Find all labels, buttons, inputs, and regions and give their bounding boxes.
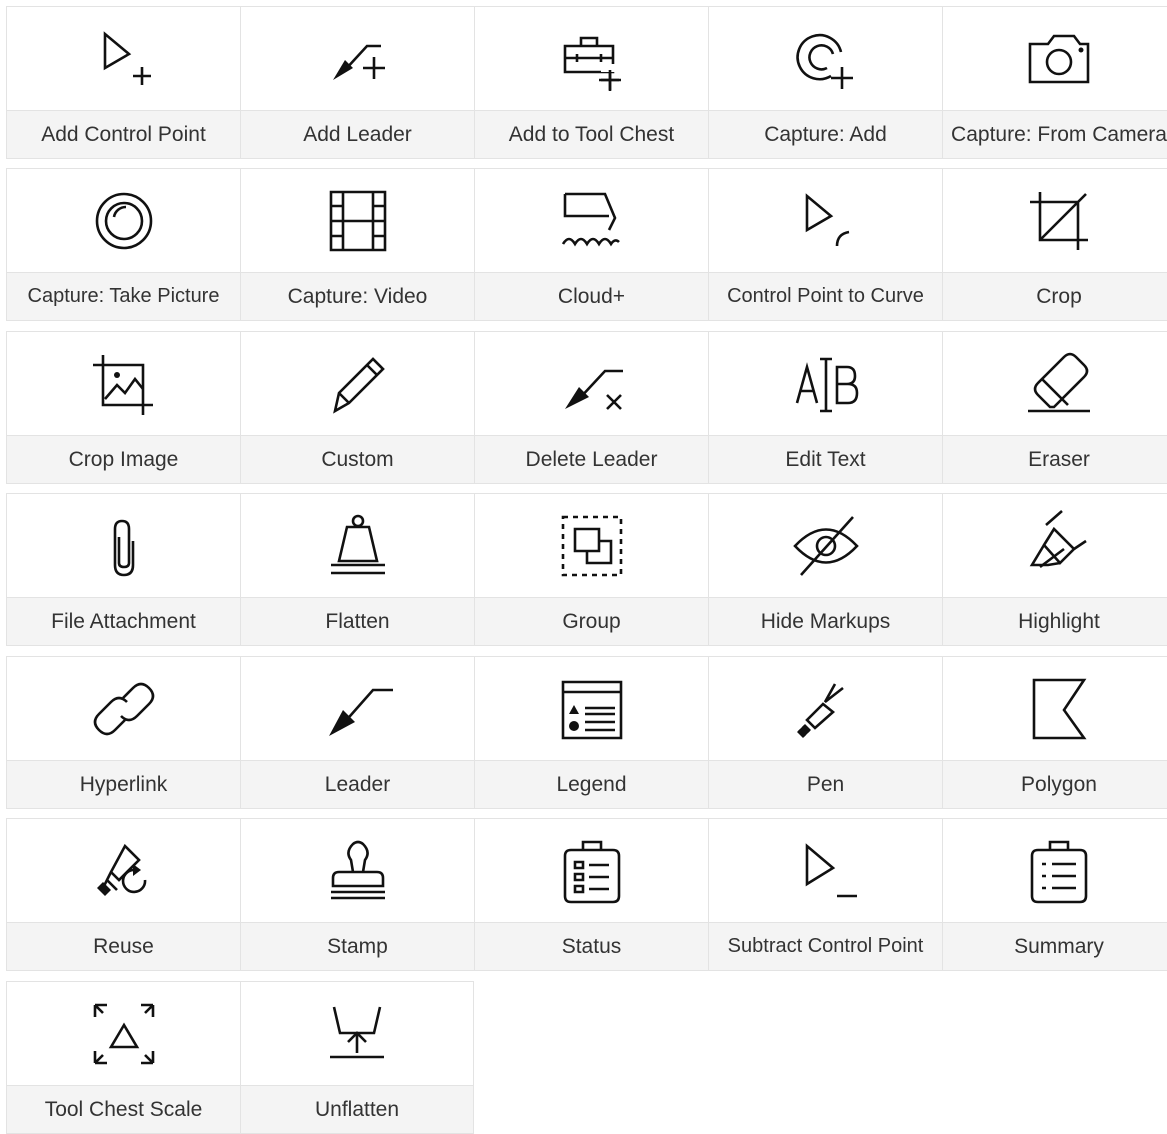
video-film-icon — [241, 169, 474, 273]
tool-tile[interactable]: Capture: Add — [708, 6, 942, 159]
tool-label: Leader — [241, 760, 474, 808]
tool-label: Polygon — [943, 760, 1167, 808]
tool-label: Cloud+ — [475, 272, 708, 320]
subtract-control-point-icon — [709, 819, 942, 923]
link-icon — [7, 657, 240, 761]
tool-tile[interactable]: Leader — [240, 656, 474, 809]
tool-label: Unflatten — [241, 1085, 473, 1133]
tool-label: Add Control Point — [7, 110, 240, 158]
tool-label: Summary — [943, 922, 1167, 970]
tool-tile[interactable]: Subtract Control Point — [708, 818, 942, 971]
control-point-to-curve-icon — [709, 169, 942, 273]
cloud-plus-icon — [475, 169, 708, 273]
delete-leader-icon — [475, 332, 708, 436]
tool-tile[interactable]: Add Leader — [240, 6, 474, 159]
tool-label: Pen — [709, 760, 942, 808]
tool-tile[interactable]: Control Point to Curve — [708, 168, 942, 321]
add-to-tool-chest-icon — [475, 7, 708, 111]
eye-slash-icon — [709, 494, 942, 598]
tool-tile[interactable]: Crop Image — [6, 331, 240, 484]
take-picture-icon — [7, 169, 240, 273]
polygon-icon — [943, 657, 1167, 761]
tool-label: Control Point to Curve — [709, 272, 942, 320]
tool-tile[interactable]: Stamp — [240, 818, 474, 971]
tool-chest-scale-icon — [7, 982, 240, 1086]
tool-label: Tool Chest Scale — [7, 1085, 240, 1133]
tool-label: Group — [475, 597, 708, 645]
highlighter-icon — [943, 494, 1167, 598]
camera-icon — [943, 7, 1167, 111]
tool-label: Capture: From Camera — [943, 110, 1167, 158]
tool-label: Add Leader — [241, 110, 474, 158]
tool-tile[interactable]: Tool Chest Scale — [6, 981, 240, 1134]
tool-tile[interactable]: Group — [474, 493, 708, 646]
tool-tile[interactable]: Edit Text — [708, 331, 942, 484]
tool-tile[interactable]: File Attachment — [6, 493, 240, 646]
tool-label: File Attachment — [7, 597, 240, 645]
tool-label: Eraser — [943, 435, 1167, 483]
tool-tile[interactable]: Hide Markups — [708, 493, 942, 646]
tool-tile[interactable]: Legend — [474, 656, 708, 809]
tool-label: Legend — [475, 760, 708, 808]
stamp-icon — [241, 819, 474, 923]
tool-tile[interactable]: Summary — [942, 818, 1167, 971]
tool-tile[interactable]: Custom — [240, 331, 474, 484]
unflatten-icon — [241, 982, 473, 1086]
tool-tile[interactable]: Pen — [708, 656, 942, 809]
tool-label: Stamp — [241, 922, 474, 970]
tool-label: Crop Image — [7, 435, 240, 483]
crop-image-icon — [7, 332, 240, 436]
summary-clipboard-icon — [943, 819, 1167, 923]
tool-tile[interactable]: Capture: Take Picture — [6, 168, 240, 321]
tool-label: Status — [475, 922, 708, 970]
tool-tile[interactable]: Cloud+ — [474, 168, 708, 321]
pen-icon — [709, 657, 942, 761]
eraser-icon — [943, 332, 1167, 436]
tool-label: Highlight — [943, 597, 1167, 645]
tool-label: Add to Tool Chest — [475, 110, 708, 158]
tool-label: Delete Leader — [475, 435, 708, 483]
tool-tile[interactable]: Crop — [942, 168, 1167, 321]
tool-tile[interactable]: Highlight — [942, 493, 1167, 646]
add-control-point-icon — [7, 7, 240, 111]
tool-tile[interactable]: Add to Tool Chest — [474, 6, 708, 159]
tool-label: Custom — [241, 435, 474, 483]
paperclip-icon — [7, 494, 240, 598]
tool-label: Hide Markups — [709, 597, 942, 645]
tool-tile[interactable]: Unflatten — [240, 981, 474, 1134]
status-clipboard-icon — [475, 819, 708, 923]
tool-label: Capture: Take Picture — [7, 272, 240, 320]
edit-text-icon — [709, 332, 942, 436]
tool-tile[interactable]: Add Control Point — [6, 6, 240, 159]
tool-label: Hyperlink — [7, 760, 240, 808]
tool-label: Flatten — [241, 597, 474, 645]
group-icon — [475, 494, 708, 598]
flatten-weight-icon — [241, 494, 474, 598]
legend-icon — [475, 657, 708, 761]
tool-tile[interactable]: Delete Leader — [474, 331, 708, 484]
tool-label: Capture: Video — [241, 272, 474, 320]
tool-tile[interactable]: Status — [474, 818, 708, 971]
pencil-icon — [241, 332, 474, 436]
reuse-icon — [7, 819, 240, 923]
tool-label: Subtract Control Point — [709, 922, 942, 970]
tool-tile[interactable]: Flatten — [240, 493, 474, 646]
tool-tile[interactable]: Eraser — [942, 331, 1167, 484]
tool-tile[interactable]: Capture: From Camera — [942, 6, 1167, 159]
capture-add-icon — [709, 7, 942, 111]
tool-tile[interactable]: Reuse — [6, 818, 240, 971]
tool-tile[interactable]: Capture: Video — [240, 168, 474, 321]
tool-label: Capture: Add — [709, 110, 942, 158]
tool-label: Crop — [943, 272, 1167, 320]
tool-label: Reuse — [7, 922, 240, 970]
tool-tile[interactable]: Polygon — [942, 656, 1167, 809]
tool-label: Edit Text — [709, 435, 942, 483]
add-leader-icon — [241, 7, 474, 111]
tool-tile[interactable]: Hyperlink — [6, 656, 240, 809]
leader-arrow-icon — [241, 657, 474, 761]
crop-icon — [943, 169, 1167, 273]
